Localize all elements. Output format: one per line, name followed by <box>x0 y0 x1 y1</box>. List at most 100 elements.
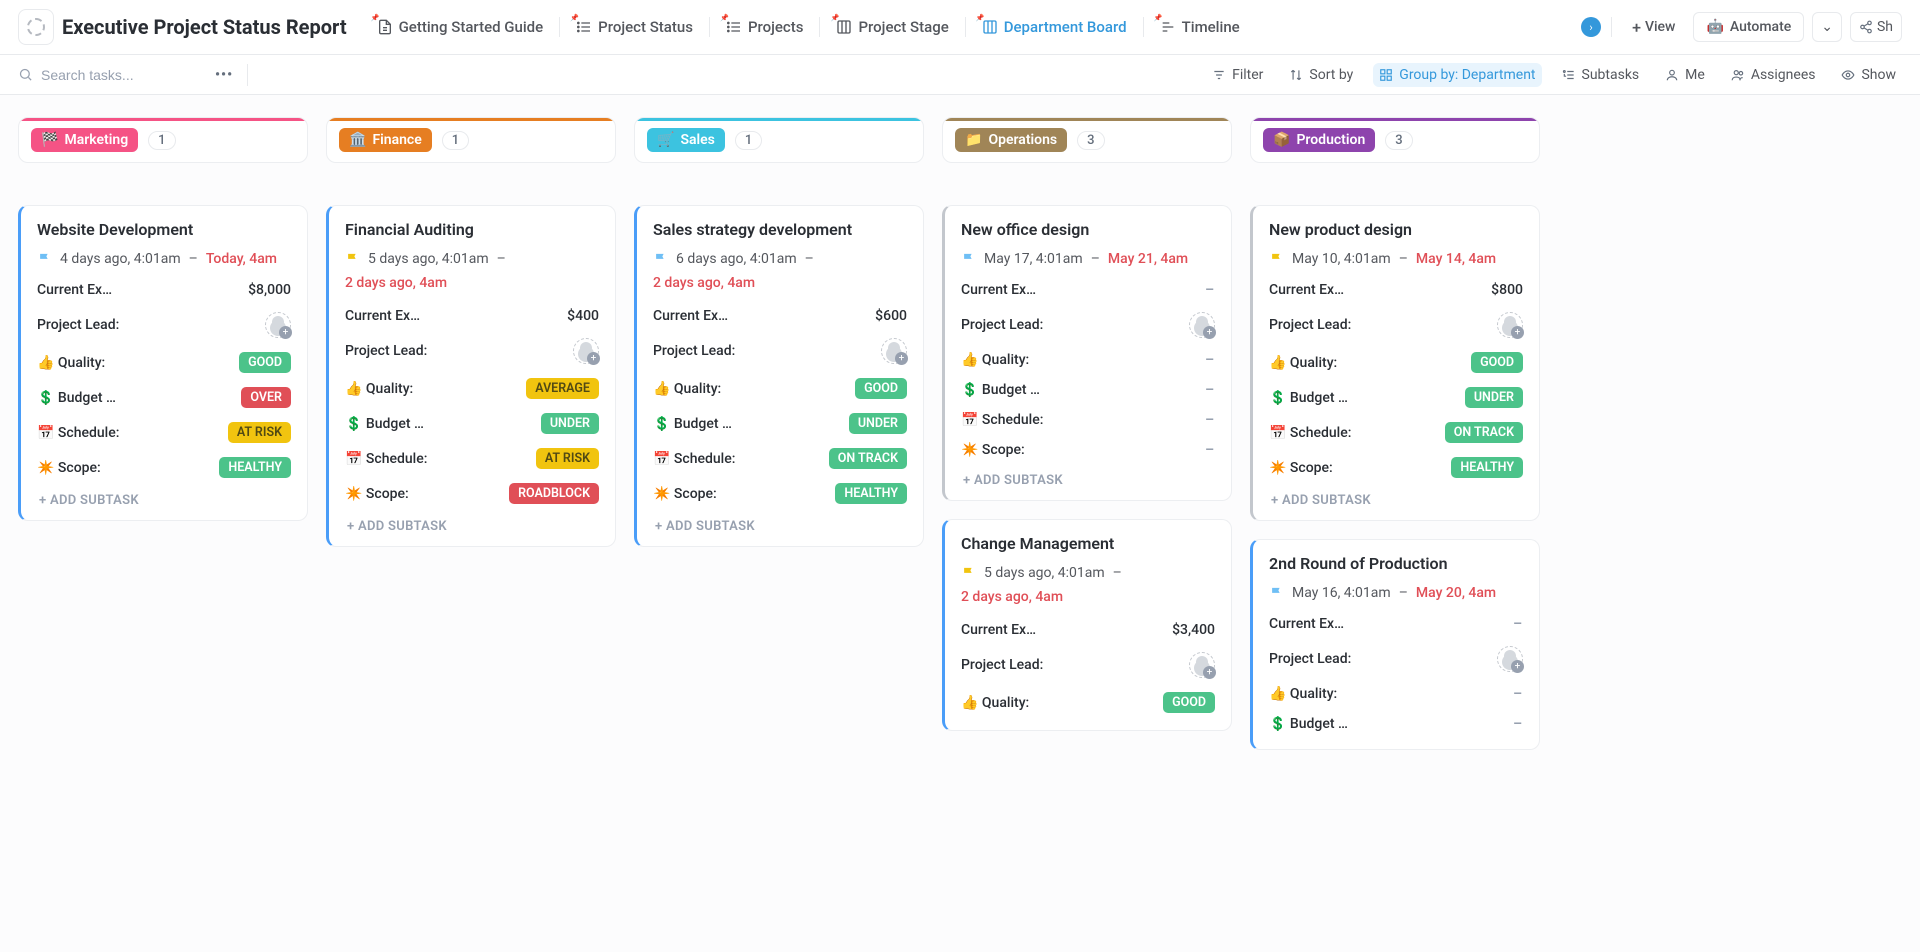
view-tab-projects[interactable]: 📌Projects <box>716 12 814 42</box>
view-tab-timeline[interactable]: 📌Timeline <box>1150 12 1250 42</box>
card-count: 3 <box>1077 131 1104 150</box>
priority-flag-icon <box>1269 252 1284 267</box>
column-marketing: 🏁Marketing 1 Website Development 4 days ago… <box>18 117 308 521</box>
assignee-empty-icon[interactable] <box>573 338 599 364</box>
me-button[interactable]: Me <box>1659 63 1711 87</box>
field-project-lead: Project Lead: <box>961 645 1215 685</box>
department-tag: 🏛️Finance <box>339 128 432 152</box>
board-toolbar: ••• Filter Sort by Group by: Department … <box>0 55 1920 95</box>
field-project-lead: Project Lead: <box>1269 639 1523 679</box>
assignee-empty-icon[interactable] <box>1497 312 1523 338</box>
share-button[interactable]: Sh <box>1850 12 1902 42</box>
task-card[interactable]: New product designMay 10, 4:01am–May 14,… <box>1250 205 1540 521</box>
view-tab-department-board[interactable]: 📌Department Board <box>972 12 1137 42</box>
field-quality: 👍 Quality:AVERAGE <box>345 371 599 406</box>
group-by-button[interactable]: Group by: Department <box>1373 63 1541 87</box>
search-icon <box>18 67 33 82</box>
subtasks-icon <box>1562 68 1576 82</box>
column-header[interactable]: 📦Production3 <box>1250 117 1540 163</box>
views-scroll-right-icon[interactable]: › <box>1581 17 1601 37</box>
add-subtask-button[interactable]: + ADD SUBTASK <box>653 511 907 536</box>
field-schedule: 📅 Schedule:AT RISK <box>37 415 291 450</box>
automate-button[interactable]: 🤖 Automate <box>1693 12 1804 42</box>
task-card[interactable]: Financial Auditing5 days ago, 4:01am–2 d… <box>326 205 616 547</box>
view-tab-label: Getting Started Guide <box>399 18 544 36</box>
add-subtask-button[interactable]: + ADD SUBTASK <box>961 465 1215 490</box>
field-budget: 💲 Budget …UNDER <box>653 406 907 441</box>
assignee-empty-icon[interactable] <box>1189 652 1215 678</box>
add-view-button[interactable]: +View <box>1622 12 1685 43</box>
view-tab-getting-started-guide[interactable]: 📌 Getting Started Guide <box>367 12 554 42</box>
pin-icon: 📌 <box>570 14 579 22</box>
assignee-empty-icon[interactable] <box>881 338 907 364</box>
view-tab-project-status[interactable]: 📌Project Status <box>566 12 703 42</box>
task-card[interactable]: 2nd Round of ProductionMay 16, 4:01am–Ma… <box>1250 539 1540 750</box>
field-schedule: 📅 Schedule:ON TRACK <box>1269 415 1523 450</box>
column-header[interactable]: 🛒Sales1 <box>634 117 924 163</box>
field-expense: Current Ex…$3,400 <box>961 615 1215 645</box>
task-title: Sales strategy development <box>653 220 907 239</box>
show-button[interactable]: Show <box>1835 63 1902 87</box>
field-budget: 💲 Budget …UNDER <box>1269 380 1523 415</box>
assignees-button[interactable]: Assignees <box>1725 63 1822 87</box>
task-card[interactable]: Change Management5 days ago, 4:01am–2 da… <box>942 519 1232 731</box>
add-subtask-button[interactable]: + ADD SUBTASK <box>1269 485 1523 510</box>
priority-flag-icon <box>961 566 976 581</box>
department-tag: 🏁Marketing <box>31 128 138 152</box>
column-header[interactable]: 📁Operations3 <box>942 117 1232 163</box>
field-scope: ✴️ Scope:– <box>961 435 1215 465</box>
assignee-empty-icon[interactable] <box>1497 646 1523 672</box>
pin-icon: 📌 <box>371 14 380 22</box>
column-finance: 🏛️Finance1 Financial Auditing5 days ago, … <box>326 117 616 547</box>
search-input[interactable] <box>41 67 201 83</box>
field-expense: Current Ex…$400 <box>345 301 599 331</box>
status-badge: HEALTHY <box>835 483 907 504</box>
add-subtask-button[interactable]: + ADD SUBTASK <box>37 485 291 510</box>
task-card[interactable]: Website Development 4 days ago, 4:01am–To… <box>18 205 308 521</box>
kanban-board: 🏁Marketing 1 Website Development 4 days ago… <box>0 95 1920 952</box>
assignee-empty-icon[interactable] <box>265 312 291 338</box>
status-badge: GOOD <box>1163 692 1215 713</box>
task-card[interactable]: Sales strategy development 6 days ago, 4:… <box>634 205 924 547</box>
column-header[interactable]: 🏛️Finance1 <box>326 117 616 163</box>
date-range: 6 days ago, 4:01am– <box>653 251 907 267</box>
field-scope: ✴️ Scope:HEALTHY <box>1269 450 1523 485</box>
task-title: Website Development <box>37 220 291 239</box>
date-range: May 17, 4:01am–May 21, 4am <box>961 251 1215 267</box>
field-project-lead: Project Lead: <box>345 331 599 371</box>
view-tab-label: Timeline <box>1182 18 1240 36</box>
status-badge: GOOD <box>1471 352 1523 373</box>
field-expense: Current Ex…– <box>1269 609 1523 639</box>
filter-button[interactable]: Filter <box>1206 63 1269 87</box>
pin-icon: 📌 <box>830 14 839 22</box>
workspace-logo[interactable] <box>18 9 54 45</box>
view-tab-label: Projects <box>748 18 804 36</box>
date-range: 4 days ago, 4:01am–Today, 4am <box>37 251 291 267</box>
field-expense: Current Ex…$600 <box>653 301 907 331</box>
column-header[interactable]: 🏁Marketing 1 <box>18 117 308 163</box>
me-icon <box>1665 68 1679 82</box>
card-count: 1 <box>148 131 175 150</box>
task-card[interactable]: New office designMay 17, 4:01am–May 21, … <box>942 205 1232 501</box>
add-subtask-button[interactable]: + ADD SUBTASK <box>345 511 599 536</box>
automate-dropdown-button[interactable]: ⌄ <box>1812 12 1842 42</box>
priority-flag-icon <box>345 252 360 267</box>
view-tab-label: Department Board <box>1004 18 1127 36</box>
assignee-empty-icon[interactable] <box>1189 312 1215 338</box>
field-quality: 👍 Quality:GOOD <box>1269 345 1523 380</box>
app-header: Executive Project Status Report 📌Getting… <box>0 0 1920 55</box>
views-list: 📌Getting Started Guide📌Project Status📌Pr… <box>367 12 1573 42</box>
sort-button[interactable]: Sort by <box>1283 63 1359 87</box>
status-badge: AT RISK <box>536 448 599 469</box>
field-budget: 💲 Budget …– <box>1269 709 1523 739</box>
field-project-lead: Project Lead: <box>653 331 907 371</box>
department-tag: 📦Production <box>1263 128 1375 152</box>
search-more-button[interactable]: ••• <box>215 67 233 83</box>
field-scope: ✴️ Scope:HEALTHY <box>37 450 291 485</box>
filter-icon <box>1212 68 1226 82</box>
status-badge: GOOD <box>239 352 291 373</box>
field-expense: Current Ex…– <box>961 275 1215 305</box>
field-quality: 👍 Quality:– <box>1269 679 1523 709</box>
subtasks-button[interactable]: Subtasks <box>1556 63 1646 87</box>
view-tab-project-stage[interactable]: 📌Project Stage <box>826 12 958 42</box>
